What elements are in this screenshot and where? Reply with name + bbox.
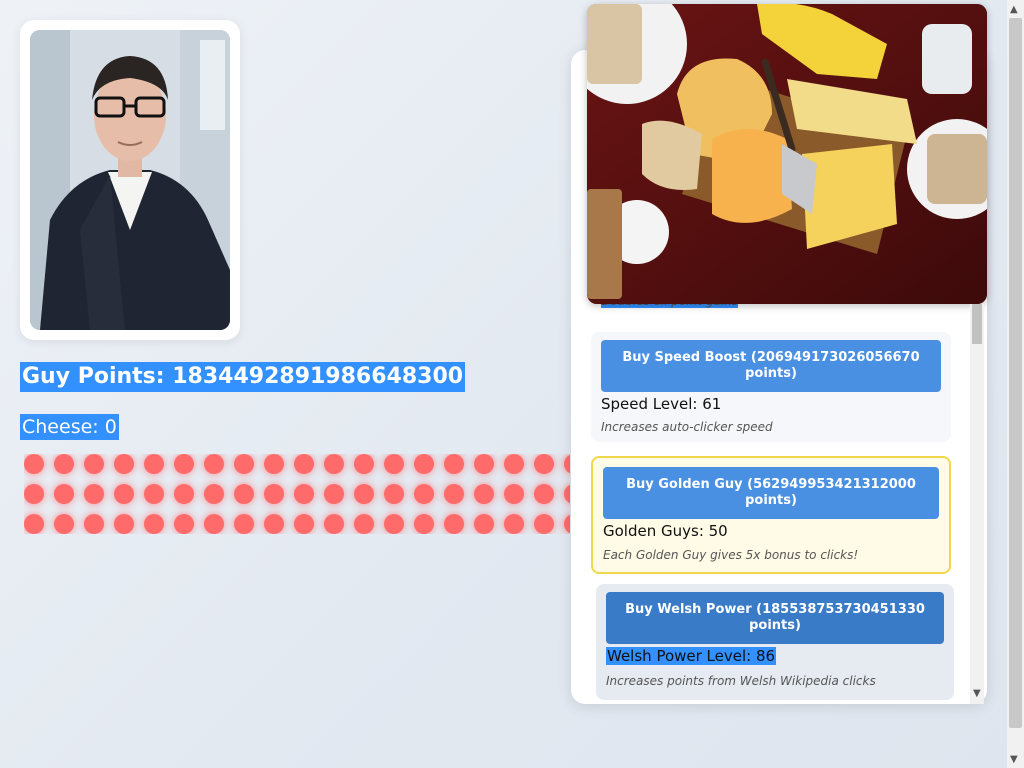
- golden-guy-dot: [564, 454, 570, 474]
- golden-guy-dot: [504, 454, 524, 474]
- page-scrollbar-thumb[interactable]: [1009, 18, 1022, 728]
- golden-guy-dot: [414, 454, 434, 474]
- golden-guy-dot: [354, 514, 374, 534]
- golden-guy-desc: Each Golden Guy gives 5x bonus to clicks…: [603, 548, 859, 562]
- golden-guy-dot: [114, 514, 134, 534]
- golden-guy-dot: [294, 484, 314, 504]
- golden-guy-dot: [174, 484, 194, 504]
- golden-guy-dot: [534, 514, 554, 534]
- golden-guy-dot: [384, 514, 404, 534]
- speed-boost-upgrade: Buy Speed Boost (206949173026056670 poin…: [591, 332, 951, 442]
- golden-guy-dot: [54, 484, 74, 504]
- golden-guy-upgrade: Buy Golden Guy (562949953421312000 point…: [591, 456, 951, 574]
- golden-guy-dot: [234, 484, 254, 504]
- welsh-power-desc: Increases points from Welsh Wikipedia cl…: [606, 674, 876, 688]
- golden-guy-dot: [234, 514, 254, 534]
- golden-guys-label: Golden Guys: 50: [603, 522, 728, 540]
- golden-guy-dot: [324, 454, 344, 474]
- golden-guy-dot: [414, 514, 434, 534]
- cheese-counter: Cheese: 0: [20, 414, 119, 440]
- cheese-board-image[interactable]: [587, 4, 987, 304]
- buy-speed-boost-button[interactable]: Buy Speed Boost (206949173026056670 poin…: [601, 340, 941, 392]
- golden-guy-dot: [414, 484, 434, 504]
- welsh-power-level-label: Welsh Power Level: 86: [606, 647, 777, 665]
- golden-guy-dot: [84, 484, 104, 504]
- golden-guy-dot: [324, 484, 344, 504]
- golden-guy-dot: [474, 454, 494, 474]
- golden-guy-dot: [234, 454, 254, 474]
- speed-boost-desc: Increases auto-clicker speed: [601, 420, 773, 434]
- golden-guy-dot: [354, 484, 374, 504]
- golden-guy-dot: [174, 454, 194, 474]
- golden-guy-dot: [114, 484, 134, 504]
- golden-guy-dot: [354, 454, 374, 474]
- guy-portrait-frame[interactable]: [20, 20, 240, 340]
- golden-guy-dot: [204, 484, 224, 504]
- golden-guy-dot: [174, 514, 194, 534]
- shop-scrollbar-thumb[interactable]: [972, 304, 982, 344]
- golden-guy-dot: [24, 454, 44, 474]
- golden-guy-dot: [264, 514, 284, 534]
- golden-guy-dot: [324, 514, 344, 534]
- welsh-power-upgrade: Buy Welsh Power (185538753730451330 poin…: [596, 584, 954, 700]
- golden-guy-dot: [474, 484, 494, 504]
- golden-guy-dots: [24, 454, 570, 534]
- page-scroll-up-icon[interactable]: ▲: [1010, 4, 1018, 15]
- golden-guy-dot: [54, 454, 74, 474]
- golden-guy-dot: [144, 484, 164, 504]
- golden-guy-dot: [24, 514, 44, 534]
- golden-guy-dot: [474, 514, 494, 534]
- golden-guy-dot: [564, 484, 570, 504]
- golden-guy-dot: [84, 454, 104, 474]
- golden-guy-dot: [264, 484, 284, 504]
- buy-golden-guy-button[interactable]: Buy Golden Guy (562949953421312000 point…: [603, 467, 939, 519]
- shop-scroll-down-icon[interactable]: ▼: [973, 688, 981, 699]
- shop-scrollbar[interactable]: [970, 304, 984, 704]
- golden-guy-dot: [444, 454, 464, 474]
- golden-guy-dot: [504, 484, 524, 504]
- speed-level-label: Speed Level: 61: [601, 395, 722, 413]
- golden-guy-dot: [564, 514, 570, 534]
- golden-guy-dot: [534, 454, 554, 474]
- golden-guy-dot: [264, 454, 284, 474]
- golden-guy-dot: [144, 454, 164, 474]
- golden-guy-dot: [504, 514, 524, 534]
- golden-guy-dot: [204, 514, 224, 534]
- golden-guy-dot: [204, 454, 224, 474]
- golden-guy-dot: [24, 484, 44, 504]
- buy-welsh-power-button[interactable]: Buy Welsh Power (185538753730451330 poin…: [606, 592, 944, 644]
- golden-guy-dot: [144, 514, 164, 534]
- golden-guy-dot: [444, 484, 464, 504]
- golden-guy-dot: [384, 454, 404, 474]
- guy-points-counter: Guy Points: 1834492891986648300: [20, 362, 466, 392]
- golden-guy-dot: [294, 454, 314, 474]
- golden-guy-dot: [54, 514, 74, 534]
- golden-guy-dot: [534, 484, 554, 504]
- page-scroll-down-icon[interactable]: ▼: [1010, 754, 1018, 765]
- golden-guy-dot: [444, 514, 464, 534]
- golden-guy-dot: [294, 514, 314, 534]
- golden-guy-dot: [84, 514, 104, 534]
- golden-guy-dot: [384, 484, 404, 504]
- golden-guy-dot: [114, 454, 134, 474]
- guy-portrait[interactable]: [30, 30, 230, 330]
